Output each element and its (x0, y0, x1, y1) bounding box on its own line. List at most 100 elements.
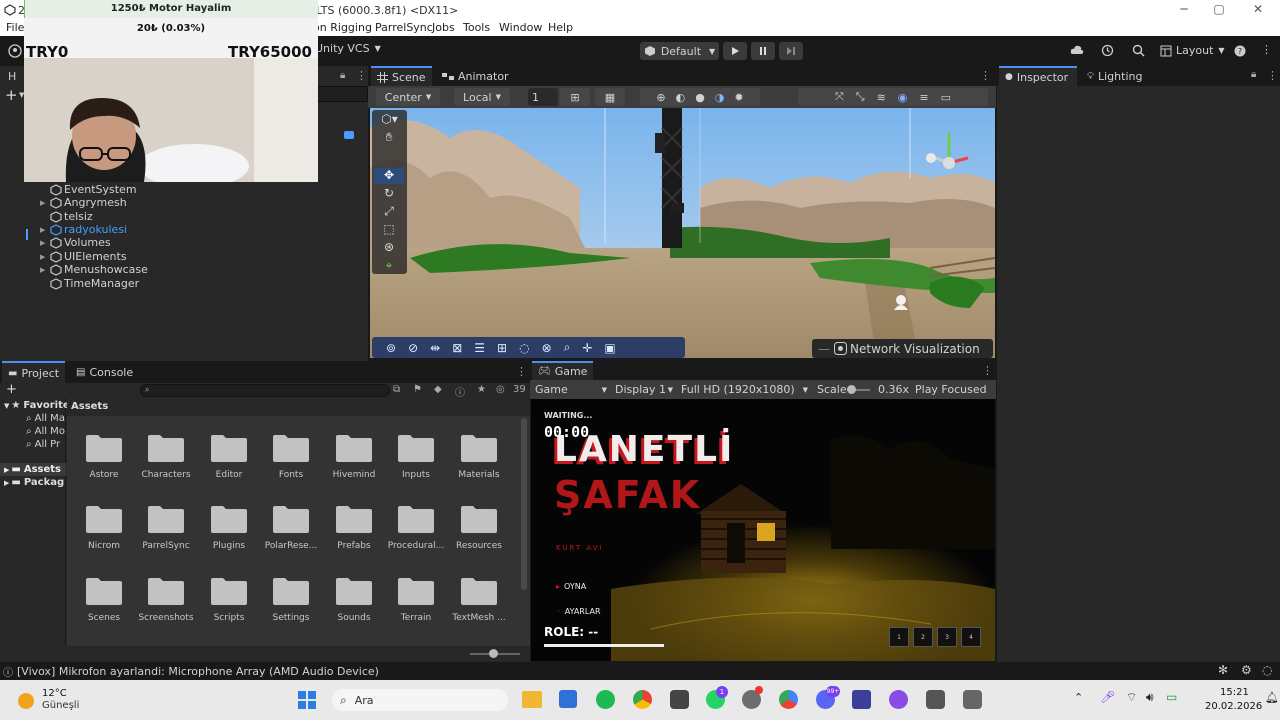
grid-snap-field[interactable]: 1 (528, 88, 558, 106)
menu-file[interactable]: File (6, 21, 24, 34)
asset-folder[interactable]: Fonts (260, 434, 322, 480)
breadcrumb[interactable]: Assets (71, 401, 108, 412)
scene-object-icon[interactable] (343, 129, 355, 141)
hierarchy-tab-icon[interactable]: H (8, 70, 16, 83)
asset-folder[interactable]: Scenes (73, 577, 135, 623)
play-button[interactable] (723, 42, 747, 60)
add-icon[interactable]: + (6, 383, 17, 397)
toolbar-tool-3-icon[interactable]: ⇹ (430, 341, 440, 355)
tab-game[interactable]: 🎮︎ Game (532, 361, 594, 380)
tab-inspector[interactable]: ● Inspector (999, 66, 1077, 86)
toolbar-tool-10-icon[interactable]: ✛ (582, 341, 592, 355)
tab-console[interactable]: ▤ Console (70, 361, 139, 383)
weather-temp[interactable]: 12°C (42, 688, 67, 699)
unity-editor-icon[interactable] (926, 690, 945, 709)
microphone-icon[interactable]: 🎤︎ (1100, 690, 1115, 704)
expand-arrow-icon[interactable]: ▶ (40, 253, 50, 261)
minimize-button[interactable]: ─ (1174, 2, 1194, 18)
more-options-icon[interactable]: ⋮ (1267, 69, 1278, 82)
favorites-node[interactable]: ▼ ★ Favorite (4, 400, 70, 411)
unity-hub-icon[interactable] (670, 690, 689, 709)
rotate-tool-button[interactable]: ↻ (374, 186, 404, 202)
weather-status[interactable]: Güneşli (42, 700, 79, 711)
hierarchy-item[interactable]: ▶ UIElements (40, 250, 127, 263)
file-explorer-icon[interactable] (522, 691, 542, 708)
github-icon[interactable] (889, 690, 908, 709)
wifi-icon[interactable]: ⌔ (1126, 690, 1137, 705)
asset-folder[interactable]: Settings (260, 577, 322, 623)
default-layout-dropdown[interactable]: Default ▼ (640, 42, 719, 60)
play-focused-dropdown[interactable]: Play Focused (915, 383, 995, 396)
tab-lighting[interactable]: 💡︎ Lighting (1081, 66, 1148, 86)
spotify-icon[interactable] (596, 690, 615, 709)
add-icon[interactable]: + (5, 86, 18, 104)
expand-arrow-icon[interactable]: ▶ (40, 266, 50, 274)
maximize-button[interactable]: ▢ (1209, 2, 1229, 18)
unity-editor-2-icon[interactable] (963, 690, 982, 709)
hierarchy-item[interactable]: telsiz (40, 210, 93, 223)
store-icon[interactable] (559, 690, 577, 708)
more-options-icon[interactable]: ⋮ (982, 364, 993, 377)
tab-animator[interactable]: Animator (436, 66, 515, 86)
asset-folder[interactable]: TextMesh ... (448, 577, 510, 623)
close-button[interactable]: ✕ (1248, 2, 1268, 18)
rect-tool-button[interactable]: ⬚ (374, 222, 404, 238)
vcs-button[interactable]: Unity VCS ▼ (315, 42, 381, 55)
fav-item-materials[interactable]: ⌕ All Ma (26, 413, 65, 424)
more-options-icon[interactable]: ⋮ (516, 365, 527, 378)
view-tool-button[interactable]: ✋︎ (374, 130, 404, 146)
hierarchy-item[interactable]: ▶ Volumes (40, 236, 111, 249)
asset-folder[interactable]: Astore (73, 434, 135, 480)
asset-folder[interactable]: Scripts (198, 577, 260, 623)
pivot-dropdown[interactable]: Center ▼ (376, 88, 440, 106)
more-options-icon[interactable]: ⋮ (356, 69, 367, 82)
packages-node[interactable]: ▶ ▬ Packag (4, 477, 64, 488)
hidden-packages-icon[interactable]: ◎ (496, 384, 505, 395)
icon-size-slider-thumb[interactable] (489, 649, 498, 658)
hierarchy-item[interactable]: ▶ Menushowcase (40, 263, 148, 276)
progress-icon[interactable]: ◌ (1262, 663, 1272, 677)
scene-view-options[interactable]: ⤧ ⤡ ≋ ◉ ≡ ▭ (798, 88, 988, 106)
menu-animation-rigging[interactable]: ion Rigging (310, 21, 372, 34)
search-by-label-icon[interactable]: ⚑ (413, 384, 422, 395)
editor-icon[interactable] (852, 690, 871, 709)
tag-icon[interactable]: ◆ (434, 384, 442, 395)
toolbar-tool-5-icon[interactable]: ☰ (474, 341, 485, 355)
asset-folder[interactable]: Hivemind (323, 434, 385, 480)
asset-folder[interactable]: Prefabs (323, 505, 385, 551)
menu-tools[interactable]: Tools (463, 21, 490, 34)
expand-arrow-icon[interactable]: ▶ (40, 239, 50, 247)
network-visualization-button[interactable]: — Network Visualization (812, 339, 993, 358)
scale-slider-thumb[interactable] (847, 385, 856, 394)
asset-folder[interactable]: Plugins (198, 505, 260, 551)
taskbar-search[interactable]: ⌕ Ara (332, 689, 508, 711)
inventory-slot[interactable]: 3 (937, 627, 957, 647)
toolbar-search-icon[interactable]: ⌕ (564, 340, 571, 355)
asset-folder[interactable]: Characters (135, 434, 197, 480)
info-icon[interactable]: ⓘ (455, 384, 465, 399)
toolbar-tool-2-icon[interactable]: ⊘ (408, 341, 418, 355)
draw-mode-group[interactable]: ⊕ ◐ ● ◑ ✹ (640, 88, 760, 106)
pause-button[interactable] (751, 42, 775, 60)
lock-icon[interactable]: 🔒︎ (1251, 69, 1256, 80)
clock-date[interactable]: 20.02.2026 (1205, 701, 1262, 712)
toolbar-tool-4-icon[interactable]: ⊠ (452, 341, 462, 355)
asset-folder[interactable]: Materials (448, 434, 510, 480)
history-icon[interactable] (1101, 44, 1114, 57)
asset-folder[interactable]: Resources (448, 505, 510, 551)
step-button[interactable] (779, 42, 803, 60)
toolbar-tool-8-icon[interactable]: ⊗ (542, 341, 552, 355)
menu-help[interactable]: Help (548, 21, 573, 34)
fav-item-models[interactable]: ⌕ All Mo (26, 426, 65, 437)
chevron-up-icon[interactable]: ⌃ (1074, 691, 1083, 704)
vertical-scrollbar[interactable] (521, 418, 527, 590)
status-message[interactable]: [Vivox] Mikrofon ayarlandi: Microphone A… (17, 665, 379, 678)
toolbar-tool-7-icon[interactable]: ◌ (519, 341, 529, 355)
custom-tool-button[interactable]: ⌖ (374, 258, 404, 272)
chrome-icon[interactable] (633, 690, 652, 709)
asset-folder[interactable]: Nicrom (73, 505, 135, 551)
asset-folder[interactable]: ParrelSync (135, 505, 197, 551)
menu-jobs[interactable]: Jobs (432, 21, 455, 34)
menu-window[interactable]: Window (499, 21, 542, 34)
tab-project[interactable]: ▬ Project (2, 361, 66, 383)
